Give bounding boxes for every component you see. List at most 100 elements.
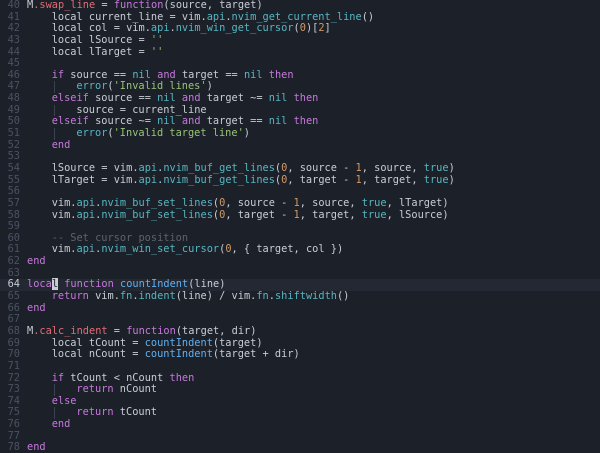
code-token: current_line [88,10,170,23]
code-token: col [88,22,114,35]
code-token: { [243,243,257,256]
code-token: function [113,0,164,11]
code-text: error('Invalid target line') [76,127,250,140]
code-line[interactable]: 52 end [0,139,600,152]
code-token: lTarget [51,173,102,186]
code-token: source [312,196,350,209]
code-line[interactable]: 78 end [0,442,600,453]
code-line[interactable]: 51 error('Invalid target line') [0,127,600,140]
code-token: , [287,161,300,174]
code-line[interactable]: 62 end [0,255,600,268]
code-token: == [225,68,244,81]
code-token: source [95,115,139,128]
code-token: elseif [51,92,96,105]
code-token: , [349,208,362,221]
code-token: target [219,0,257,11]
code-token: vim [231,290,251,303]
code-token: , [225,208,238,221]
code-token: == [138,92,158,105]
code-text: return nCount [76,383,157,396]
code-token: end [27,255,46,268]
code-token: ) [448,161,455,174]
code-line[interactable]: 58 vim.api.nvim_buf_set_lines(0, target -… [0,208,600,222]
code-token: , [299,196,313,209]
code-token: tCount [119,406,157,419]
code-token: () [361,10,375,23]
code-token: = [113,324,127,337]
code-line[interactable]: 44 local lTarget = '' [0,45,600,59]
code-token: , [231,243,244,256]
code-line[interactable]: 77 [0,430,600,443]
code-token: ) [219,278,226,291]
code-token: target [206,115,251,128]
code-token: ) [448,173,455,186]
line-number: 62 [7,255,20,268]
code-token: target [181,68,226,81]
code-token: api [76,208,96,221]
code-token: source [237,196,282,209]
code-token: '' [150,33,164,46]
code-text: local nCount = countIndent(target + dir) [51,348,300,361]
code-line[interactable]: 55 lTarget = vim.api.nvim_buf_get_lines(0… [0,173,600,187]
code-token: target [219,336,257,349]
code-token: lSource [398,208,443,221]
code-token: , [293,243,306,256]
line-number: 78 [7,441,20,453]
code-token: true [423,173,449,186]
code-token: error [76,127,108,140]
code-token: ~= [138,115,158,128]
code-editor[interactable]: 40 M.swap_line = function(source, target)… [0,0,600,453]
code-text: local lTarget = '' [52,45,164,59]
code-token: == [113,68,133,81]
code-token: end [51,418,71,431]
line-number: 43 [7,33,20,46]
code-text: return tCount [76,407,157,419]
code-token: target [299,173,344,186]
code-line[interactable]: 65 return vim.fn.indent(line) / vim.fn.sh… [0,290,600,303]
code-line[interactable]: 73 return nCount [0,383,600,396]
code-token: target [182,324,220,337]
code-line[interactable]: 76 end [0,418,600,431]
code-token: }) [330,243,344,256]
code-token: , [386,196,399,209]
code-line[interactable]: 75 return tCount [0,407,600,420]
code-text: end [52,139,71,152]
code-token: then [268,68,294,81]
code-token: nvim_win_set_cursor [101,243,220,256]
code-line[interactable]: 66 end [0,302,600,315]
code-text: return vim.fn.indent(line) / vim.fn.shif… [52,290,350,303]
code-token: target [219,348,263,361]
code-token: ) [256,336,263,349]
code-token: countIndent [144,348,213,361]
code-token: - [281,196,294,209]
code-token: , [287,173,300,186]
code-token: = [169,10,182,23]
code-token: .calc_indent [33,324,114,337]
code-token: - [343,161,356,174]
code-token: local [51,348,89,361]
code-token: nil [157,115,182,128]
line-number: 57 [7,196,20,209]
line-number: 40 [7,0,20,11]
code-token: '' [150,45,164,58]
code-token: target [374,173,412,186]
code-token: lSource [51,161,102,174]
code-token: nvim_buf_set_lines [101,196,213,209]
code-line[interactable]: 61 vim.api.nvim_win_set_cursor(0, { targe… [0,244,600,256]
code-token: , [349,196,362,209]
code-text: vim.api.nvim_win_set_cursor(0, { target,… [52,244,343,256]
code-token: = [101,161,114,174]
code-token: nil [268,92,294,105]
code-token: shiftwidth [274,290,337,303]
code-token: nvim_buf_get_lines [163,161,275,174]
code-token: countIndent [120,278,189,291]
code-line[interactable]: 70 local nCount = countIndent(target + di… [0,348,600,361]
code-token: then [293,115,319,128]
code-token: ) [256,0,263,11]
code-token: api [150,22,170,35]
code-token: local [51,33,89,46]
code-token: api [138,173,158,186]
code-token: , [361,161,375,174]
code-token: and [157,68,182,81]
code-token: target [256,243,294,256]
